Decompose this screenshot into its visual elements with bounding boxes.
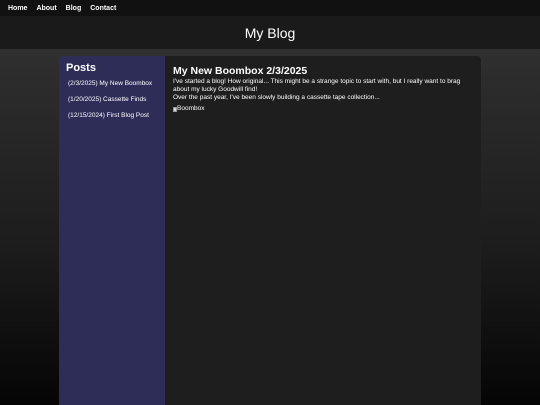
nav-link-home[interactable]: Home [8,5,27,12]
sidebar-title: Posts [66,62,96,74]
post-paragraph-2: Over the past year, I've been slowly bui… [173,94,380,101]
post-link-my-new-boombox[interactable]: (2/3/2025) My New Boombox [68,79,159,95]
post-paragraph-1: I've started a blog! How original... Thi… [173,78,461,93]
post-link-first-blog-post[interactable]: (12/15/2024) First Blog Post [68,111,159,127]
post-link-cassette-finds[interactable]: (1/20/2025) Cassette Finds [68,95,159,111]
post-content: My New Boombox 2/3/2025 I've started a b… [165,56,481,405]
content-container: Posts (2/3/2025) My New Boombox (1/20/20… [59,56,481,405]
nav-link-contact[interactable]: Contact [90,5,116,12]
posts-list: (2/3/2025) My New Boombox (1/20/2025) Ca… [66,79,159,127]
post-title: My New Boombox 2/3/2025 [173,65,308,77]
nav-link-about[interactable]: About [36,5,56,12]
image-alt-text: Boombox [177,105,205,112]
top-nav: Home About Blog Contact [0,0,540,16]
site-header: My Blog [0,16,540,49]
posts-sidebar: Posts (2/3/2025) My New Boombox (1/20/20… [59,56,165,405]
site-title: My Blog [244,24,296,41]
nav-link-blog[interactable]: Blog [66,5,82,12]
boombox-image: Boombox [173,105,473,113]
